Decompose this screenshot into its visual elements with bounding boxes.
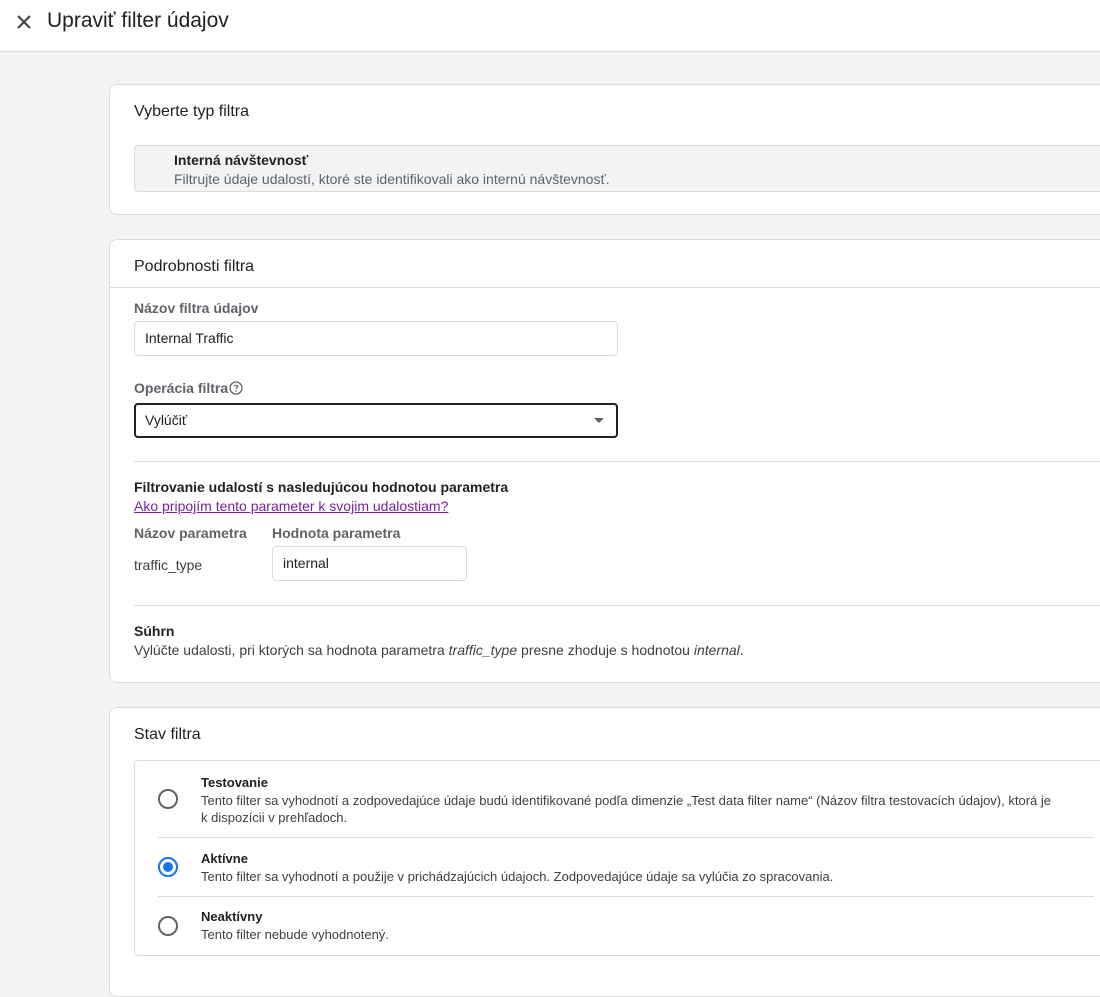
divider	[134, 461, 1100, 462]
summary-end: .	[739, 642, 744, 658]
filter-details-card: Podrobnosti filtra Názov filtra údajov I…	[109, 239, 1100, 683]
param-name-value: traffic_type	[134, 557, 203, 573]
filter-operation-value: Vylúčiť	[145, 412, 188, 428]
radio-inactive[interactable]	[158, 916, 178, 936]
filter-status-title: Stav filtra	[134, 726, 201, 743]
filter-type-option[interactable]: Interná návštevnosť Filtrujte údaje udal…	[134, 145, 1100, 192]
divider	[158, 837, 1094, 838]
filter-type-name: Interná návštevnosť	[174, 152, 309, 168]
summary-param: traffic_type	[448, 642, 518, 658]
close-icon[interactable]	[12, 10, 36, 34]
status-option-title: Neaktívny	[201, 909, 263, 924]
filter-status-card: Stav filtra Testovanie Tento filter sa v…	[109, 707, 1100, 997]
filter-type-title: Vyberte typ filtra	[134, 103, 250, 120]
summary-value: internal	[693, 642, 740, 658]
divider	[110, 287, 1100, 288]
param-value-label: Hodnota parametra	[272, 525, 401, 541]
filter-type-card: Vyberte typ filtra Interná návštevnosť F…	[109, 84, 1100, 215]
status-option-desc: Tento filter sa vyhodnotí a použije v pr…	[201, 869, 834, 884]
filter-operation-label: Operácia filtra	[134, 380, 243, 398]
status-option-title: Testovanie	[201, 775, 268, 790]
param-help-link[interactable]: Ako pripojím tento parameter k svojim ud…	[134, 498, 448, 514]
status-option-desc-line: Tento filter sa vyhodnotí a zodpovedajúc…	[201, 793, 1051, 808]
status-option-desc-line: k dispozícii v prehľadoch.	[201, 810, 348, 825]
filter-operation-label-text: Operácia filtra	[134, 380, 229, 396]
filter-operation-select[interactable]: Vylúčiť	[134, 403, 618, 438]
divider	[134, 605, 1100, 606]
status-option-desc: Tento filter sa vyhodnotí a zodpovedajúc…	[201, 792, 1071, 826]
filter-details-title: Podrobnosti filtra	[134, 258, 255, 275]
summary-mid: presne zhoduje s hodnotou	[517, 642, 694, 658]
top-bar: Upraviť filter údajov	[0, 0, 1100, 52]
status-option-title: Aktívne	[201, 851, 248, 866]
divider	[158, 896, 1094, 897]
help-icon[interactable]	[229, 381, 243, 398]
status-option-desc: Tento filter nebude vyhodnotený.	[201, 927, 389, 942]
param-heading: Filtrovanie udalostí s nasledujúcou hodn…	[134, 479, 509, 495]
param-value-input[interactable]: internal	[272, 546, 467, 581]
radio-active[interactable]	[158, 857, 178, 877]
summary-pre: Vylúčte udalosti, pri ktorých sa hodnota…	[134, 642, 449, 658]
filter-name-label: Názov filtra údajov	[134, 300, 259, 316]
filter-name-input[interactable]: Internal Traffic	[134, 321, 618, 356]
radio-testing[interactable]	[158, 789, 178, 809]
page-title: Upraviť filter údajov	[47, 9, 229, 32]
param-name-label: Názov parametra	[134, 525, 247, 541]
status-options: Testovanie Tento filter sa vyhodnotí a z…	[134, 760, 1100, 956]
dropdown-arrow-icon	[594, 418, 604, 423]
summary-heading: Súhrn	[134, 623, 175, 639]
summary-text: Vylúčte udalosti, pri ktorých sa hodnota…	[134, 642, 744, 658]
filter-type-description: Filtrujte údaje udalostí, ktoré ste iden…	[174, 171, 610, 187]
